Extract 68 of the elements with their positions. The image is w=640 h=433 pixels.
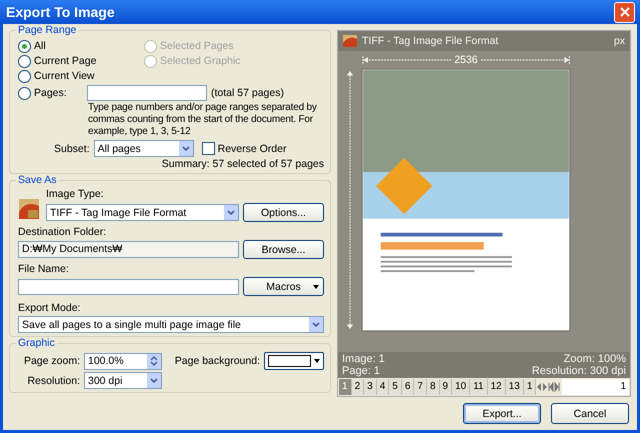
summary-text: Summary: 57 selected of 57 pages [160, 158, 324, 170]
page-number-field[interactable]: 1 [562, 379, 629, 395]
file-name-field[interactable] [18, 278, 239, 294]
page-info: Page: 1 [342, 365, 381, 377]
group-title: Save As [16, 174, 59, 186]
subset-dropdown[interactable]: All pages [94, 140, 194, 157]
browse-button[interactable]: Browse... [243, 240, 324, 259]
page-zoom-spinner[interactable]: 100.0% [84, 352, 162, 370]
chevron-icon [227, 210, 235, 216]
caret-icon [313, 285, 319, 289]
page-background-label: Page background: [174, 355, 260, 367]
image-format-icon [343, 35, 357, 47]
radio-option[interactable]: All [18, 39, 144, 53]
page-tab[interactable]: 10 [452, 379, 470, 395]
close-icon [620, 7, 630, 17]
radio-option[interactable]: Current Page [18, 54, 144, 68]
macros-button[interactable]: Macros [243, 277, 324, 296]
resolution-info: Resolution: 300 dpi [532, 365, 626, 377]
subset-label: Subset: [54, 142, 90, 154]
group-title: Page Range [16, 24, 78, 36]
chevron-icon [150, 378, 158, 384]
pages-field[interactable] [87, 85, 207, 101]
image-type-label: Image Type: [46, 188, 105, 200]
page-tab[interactable]: 1 [524, 379, 536, 395]
image-type-dropdown[interactable]: TIFF - Tag Image File Format [46, 204, 239, 221]
resolution-label: Resolution: [26, 374, 80, 386]
page-tab[interactable]: 5 [389, 379, 402, 395]
spin-arrows-icon [150, 355, 158, 367]
export-mode-label: Export Mode: [18, 302, 82, 314]
page-tab[interactable]: 9 [440, 379, 452, 395]
group-title: Graphic [16, 337, 57, 349]
page-tab[interactable]: 7 [414, 379, 427, 395]
page-tab[interactable]: 6 [402, 379, 414, 395]
caret-icon [314, 359, 320, 363]
help-text: Type page numbers and/or page ranges separated by commas counting from the start of the document. For example, type 1, 3, 5-12 [88, 102, 318, 138]
page-tab[interactable]: 13 [506, 379, 524, 395]
destination-label: Destination Folder: [18, 226, 108, 238]
width-dimension: 2536 [454, 54, 478, 66]
close-button[interactable] [614, 2, 635, 22]
dialog-button[interactable]: Export... [463, 403, 541, 424]
resolution-dropdown[interactable]: 300 dpi [84, 372, 162, 389]
first-last-icon[interactable] [548, 382, 560, 392]
chevron-icon [182, 146, 190, 152]
page-zoom-label: Page zoom: [22, 355, 80, 367]
dialog-button[interactable]: Cancel [551, 403, 629, 424]
color-picker[interactable] [264, 352, 324, 370]
unit-label: px [614, 35, 625, 47]
export-mode-dropdown[interactable]: Save all pages to a single multi page image file [18, 316, 324, 333]
page-tab[interactable]: 4 [376, 379, 390, 395]
file-name-label: File Name: [18, 263, 70, 275]
radio-option[interactable]: Pages: [18, 86, 83, 100]
page-tab[interactable]: 11 [470, 379, 488, 395]
page-tab[interactable]: 12 [488, 379, 506, 395]
zoom-info: Zoom: 100% [564, 353, 626, 365]
window-title: Export To Image [6, 4, 115, 20]
page-tab[interactable]: 3 [364, 379, 377, 395]
scroll-arrows-icon[interactable] [536, 382, 548, 392]
image-format-icon [18, 198, 40, 220]
radio-option[interactable]: Current View [18, 69, 144, 83]
destination-field[interactable]: D:₩My Documents₩ [18, 241, 239, 258]
page-tab[interactable]: 8 [426, 379, 440, 395]
options-button[interactable]: Options... [243, 203, 324, 222]
chevron-icon [312, 322, 320, 328]
page-tab[interactable]: 2 [352, 379, 364, 395]
image-info: Image: 1 [342, 353, 385, 365]
preview-title: TIFF - Tag Image File Format [362, 35, 500, 47]
total-pages-text: (total 57 pages) [211, 87, 284, 99]
reverse-order-checkbox[interactable]: Reverse Order [202, 142, 286, 155]
